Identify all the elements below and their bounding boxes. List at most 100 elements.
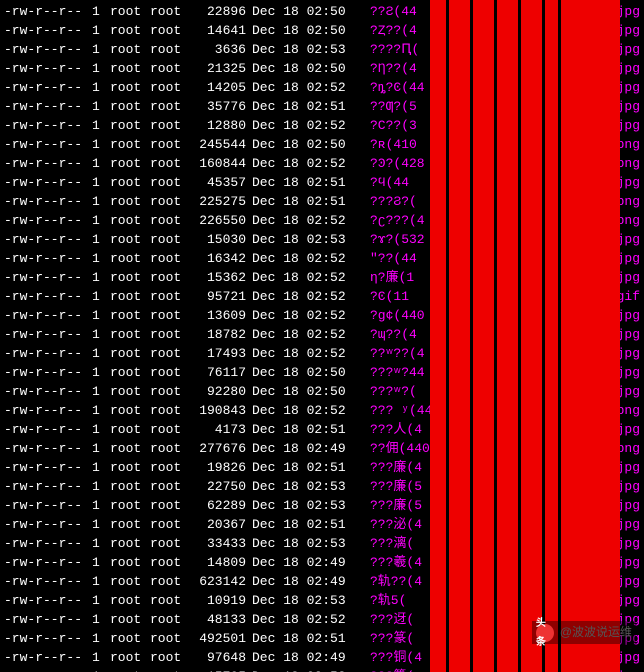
link-count: 1: [92, 325, 110, 344]
permissions: -rw-r--r--: [4, 572, 92, 591]
filename-prefix: ?ȵ?Ͼ(44: [370, 78, 425, 97]
link-count: 1: [92, 21, 110, 40]
date-time: Dec 18 02:53: [246, 534, 370, 553]
link-count: 1: [92, 97, 110, 116]
group: root: [150, 59, 190, 78]
date-time: Dec 18 02:53: [246, 667, 370, 672]
date-time: Dec 18 02:53: [246, 477, 370, 496]
file-size: 18782: [190, 325, 246, 344]
date-time: Dec 18 02:52: [246, 211, 370, 230]
filename-prefix: ???ʷ?(: [370, 382, 417, 401]
link-count: 1: [92, 192, 110, 211]
group: root: [150, 572, 190, 591]
permissions: -rw-r--r--: [4, 553, 92, 572]
date-time: Dec 18 02:51: [246, 97, 370, 116]
date-time: Dec 18 02:51: [246, 420, 370, 439]
owner: root: [110, 306, 150, 325]
group: root: [150, 173, 190, 192]
permissions: -rw-r--r--: [4, 515, 92, 534]
permissions: -rw-r--r--: [4, 78, 92, 97]
date-time: Dec 18 02:52: [246, 116, 370, 135]
group: root: [150, 401, 190, 420]
date-time: Dec 18 02:53: [246, 230, 370, 249]
date-time: Dec 18 02:49: [246, 439, 370, 458]
file-size: 20367: [190, 515, 246, 534]
permissions: -rw-r--r--: [4, 325, 92, 344]
owner: root: [110, 268, 150, 287]
redaction-stripe: [470, 0, 473, 672]
filename-prefix: ??ʷ??(4: [370, 344, 425, 363]
link-count: 1: [92, 173, 110, 192]
date-time: Dec 18 02:49: [246, 553, 370, 572]
group: root: [150, 2, 190, 21]
group: root: [150, 21, 190, 40]
filename-prefix: ?ɤ?(532: [370, 230, 425, 249]
owner: root: [110, 325, 150, 344]
group: root: [150, 420, 190, 439]
owner: root: [110, 648, 150, 667]
file-size: 22750: [190, 477, 246, 496]
file-size: 33433: [190, 534, 246, 553]
filename-prefix: ?ʀ(410: [370, 135, 417, 154]
filename-prefix: ??Ƣ?(5: [370, 97, 417, 116]
filename-prefix: ???铜(4: [370, 648, 422, 667]
owner: root: [110, 496, 150, 515]
owner: root: [110, 40, 150, 59]
group: root: [150, 268, 190, 287]
date-time: Dec 18 02:51: [246, 173, 370, 192]
owner: root: [110, 610, 150, 629]
link-count: 1: [92, 401, 110, 420]
group: root: [150, 553, 190, 572]
filename-prefix: ?Ϲ??(3: [370, 116, 417, 135]
redaction-stripe: [446, 0, 449, 672]
group: root: [150, 477, 190, 496]
link-count: 1: [92, 40, 110, 59]
filename-prefix: ??Ƨ(44: [370, 2, 417, 21]
filename-prefix: ???廉(4: [370, 458, 422, 477]
link-count: 1: [92, 2, 110, 21]
file-size: 14205: [190, 78, 246, 97]
link-count: 1: [92, 211, 110, 230]
file-size: 45357: [190, 173, 246, 192]
file-size: 62289: [190, 496, 246, 515]
permissions: -rw-r--r--: [4, 192, 92, 211]
file-size: 15705: [190, 667, 246, 672]
file-size: 225275: [190, 192, 246, 211]
permissions: -rw-r--r--: [4, 382, 92, 401]
filename-prefix: ???廉(5: [370, 496, 422, 515]
group: root: [150, 135, 190, 154]
link-count: 1: [92, 515, 110, 534]
file-size: 13609: [190, 306, 246, 325]
date-time: Dec 18 02:53: [246, 496, 370, 515]
date-time: Dec 18 02:52: [246, 344, 370, 363]
owner: root: [110, 211, 150, 230]
permissions: -rw-r--r--: [4, 230, 92, 249]
redaction-overlay: [430, 0, 620, 672]
owner: root: [110, 515, 150, 534]
filename-prefix: ???Ϩ?(: [370, 192, 417, 211]
date-time: Dec 18 02:53: [246, 591, 370, 610]
owner: root: [110, 420, 150, 439]
filename-prefix: ???人(4: [370, 420, 422, 439]
date-time: Dec 18 02:50: [246, 382, 370, 401]
filename-prefix: ?Ƞ??(4: [370, 59, 417, 78]
permissions: -rw-r--r--: [4, 97, 92, 116]
owner: root: [110, 629, 150, 648]
permissions: -rw-r--r--: [4, 629, 92, 648]
file-size: 95721: [190, 287, 246, 306]
filename-prefix: η?廉(1: [370, 268, 414, 287]
permissions: -rw-r--r--: [4, 306, 92, 325]
date-time: Dec 18 02:52: [246, 249, 370, 268]
owner: root: [110, 192, 150, 211]
group: root: [150, 591, 190, 610]
link-count: 1: [92, 230, 110, 249]
filename-prefix: ?Ͼ(11: [370, 287, 409, 306]
group: root: [150, 192, 190, 211]
owner: root: [110, 135, 150, 154]
permissions: -rw-r--r--: [4, 173, 92, 192]
owner: root: [110, 534, 150, 553]
permissions: -rw-r--r--: [4, 363, 92, 382]
group: root: [150, 496, 190, 515]
file-size: 226550: [190, 211, 246, 230]
date-time: Dec 18 02:52: [246, 268, 370, 287]
